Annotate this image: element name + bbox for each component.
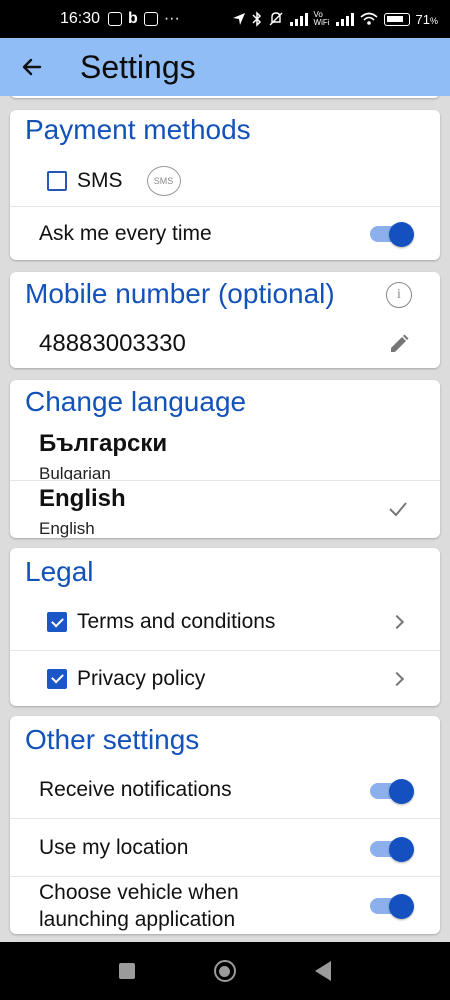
sms-bubble-icon: SMS bbox=[146, 166, 181, 196]
more-icon: ··· bbox=[163, 10, 180, 27]
app-bar: Settings bbox=[0, 38, 450, 96]
payment-methods-card: Payment methods SMS SMS Ask me every tim… bbox=[10, 110, 440, 260]
change-language-title: Change language bbox=[25, 386, 247, 417]
other-settings-card: Other settings Receive notifications Use… bbox=[10, 716, 440, 934]
page-title: Settings bbox=[80, 48, 196, 85]
privacy-checkbox[interactable] bbox=[47, 668, 67, 689]
status-bar: 16:30 b ··· Vo WiFi 71% bbox=[0, 0, 450, 38]
language-option-english[interactable]: English English bbox=[10, 480, 440, 538]
back-nav-icon[interactable] bbox=[314, 961, 331, 981]
status-time: 16:30 bbox=[60, 10, 101, 27]
notifications-row[interactable]: Receive notifications bbox=[10, 762, 440, 818]
message-icon bbox=[108, 12, 123, 26]
back-button[interactable] bbox=[16, 38, 48, 96]
b-app-icon: b bbox=[128, 10, 138, 27]
edit-pencil-icon[interactable] bbox=[388, 333, 410, 355]
ask-every-time-toggle[interactable] bbox=[370, 222, 414, 247]
settings-list[interactable]: Payment methods SMS SMS Ask me every tim… bbox=[0, 96, 450, 942]
language-english-name: Bulgarian bbox=[39, 464, 111, 480]
arrow-left-icon bbox=[22, 58, 42, 76]
sms-checkbox[interactable] bbox=[47, 171, 67, 191]
signal-icon bbox=[289, 13, 308, 26]
terms-row[interactable]: Terms and conditions bbox=[10, 594, 440, 650]
notification-icon bbox=[143, 12, 158, 26]
location-label: Use my location bbox=[39, 835, 189, 859]
ask-every-time-label: Ask me every time bbox=[39, 221, 212, 245]
terms-label: Terms and conditions bbox=[77, 610, 276, 633]
home-icon[interactable] bbox=[213, 960, 236, 982]
choose-vehicle-toggle[interactable] bbox=[370, 894, 414, 919]
mobile-number-value: 48883003330 bbox=[39, 330, 186, 357]
sms-label: SMS bbox=[77, 169, 123, 192]
signal-icon-2 bbox=[335, 13, 354, 26]
change-language-card: Change language Български Bulgarian Engl… bbox=[10, 380, 440, 538]
language-option-bulgarian[interactable]: Български Bulgarian bbox=[10, 426, 440, 480]
language-native-name: English bbox=[39, 485, 126, 512]
info-icon[interactable]: i bbox=[386, 282, 412, 308]
bluetooth-icon bbox=[251, 11, 261, 27]
mobile-number-title: Mobile number (optional) bbox=[25, 278, 335, 309]
privacy-label: Privacy policy bbox=[77, 666, 206, 690]
notifications-label: Receive notifications bbox=[39, 778, 232, 801]
legal-title: Legal bbox=[25, 556, 94, 587]
location-row[interactable]: Use my location bbox=[10, 818, 440, 876]
recent-apps-icon[interactable] bbox=[119, 963, 136, 979]
ask-every-time-row[interactable]: Ask me every time bbox=[10, 206, 440, 260]
vowifi-label: Vo WiFi bbox=[313, 10, 330, 27]
chevron-right-icon bbox=[389, 614, 405, 630]
choose-vehicle-label: Choose vehicle when launching applicatio… bbox=[39, 880, 239, 931]
terms-checkbox[interactable] bbox=[47, 612, 67, 632]
battery-icon bbox=[383, 12, 410, 26]
language-native-name: Български bbox=[39, 430, 168, 457]
location-toggle[interactable] bbox=[370, 837, 414, 862]
checkmark-icon bbox=[389, 502, 407, 517]
wifi-icon bbox=[359, 12, 378, 25]
privacy-row[interactable]: Privacy policy bbox=[10, 650, 440, 706]
notifications-toggle[interactable] bbox=[370, 779, 414, 804]
chevron-right-icon bbox=[389, 671, 405, 687]
other-settings-title: Other settings bbox=[25, 724, 200, 755]
legal-card: Legal Terms and conditions Privacy polic… bbox=[10, 548, 440, 706]
battery-level: 71 bbox=[415, 11, 430, 27]
mobile-number-row[interactable]: 48883003330 bbox=[10, 322, 440, 366]
system-nav-bar bbox=[0, 942, 450, 1000]
mute-icon bbox=[269, 12, 283, 26]
sms-option[interactable]: SMS SMS bbox=[10, 160, 440, 202]
payment-methods-title: Payment methods bbox=[25, 114, 251, 145]
language-english-name: English bbox=[39, 519, 95, 538]
choose-vehicle-row[interactable]: Choose vehicle when launching applicatio… bbox=[10, 876, 440, 934]
location-icon bbox=[232, 13, 245, 25]
mobile-number-card: Mobile number (optional) i 48883003330 bbox=[10, 272, 440, 368]
previous-card bbox=[10, 96, 440, 98]
